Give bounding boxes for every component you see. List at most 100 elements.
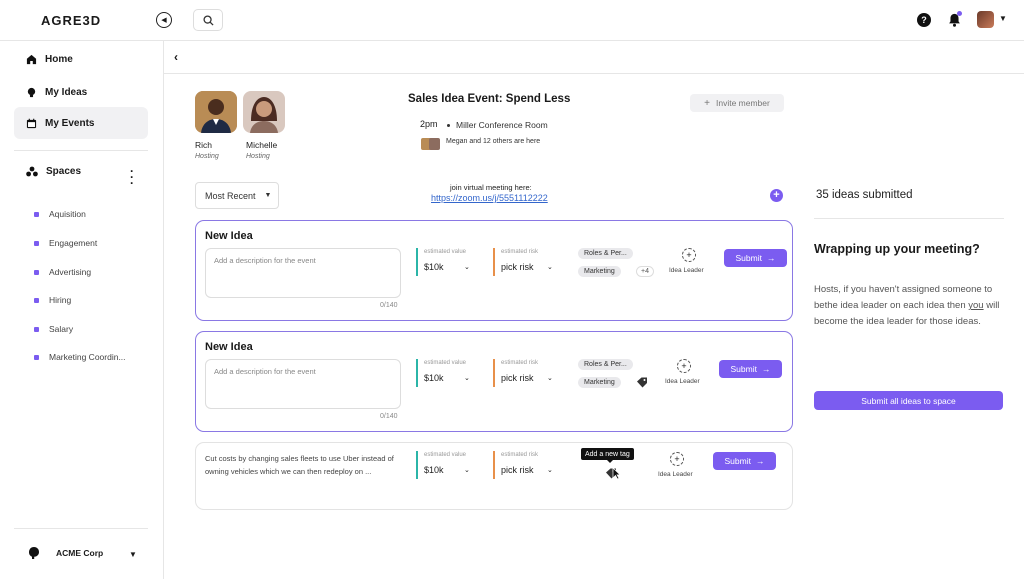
sidebar-item-my-events[interactable]: My Events — [14, 107, 148, 139]
host-avatar-rich[interactable] — [195, 91, 237, 133]
collapse-sidebar-button[interactable]: ◀ — [156, 12, 172, 28]
chevron-down-icon[interactable]: ▼ — [999, 14, 1007, 23]
chevron-down-icon: ⌄ — [464, 264, 470, 271]
sidebar-item-label: My Events — [45, 117, 95, 129]
calendar-icon — [26, 118, 37, 128]
tag-chip[interactable]: Roles & Per... — [578, 359, 633, 370]
tag-chip[interactable]: Roles & Per... — [578, 248, 633, 259]
space-dot-icon — [34, 269, 39, 275]
add-idea-button[interactable]: + — [770, 189, 783, 202]
tooltip: Add a new tag — [581, 448, 634, 463]
sidebar-item-home[interactable]: Home — [14, 43, 148, 75]
chevron-down-icon: ⌄ — [464, 467, 470, 474]
sidebar-space-item[interactable]: Marketing Coordin... — [34, 352, 126, 362]
char-count: 0/140 — [380, 302, 398, 309]
sidebar-space-item[interactable]: Engagement — [34, 238, 97, 248]
event-title: Sales Idea Event: Spend Less — [408, 93, 571, 105]
estimated-risk-select[interactable]: estimated risk pick risk ⌄ — [493, 359, 555, 387]
invite-member-button[interactable]: + Invite member — [690, 94, 784, 112]
spaces-header[interactable]: Spaces — [26, 166, 144, 177]
submit-label: Submit — [724, 456, 751, 466]
estimated-value-select[interactable]: estimated value $10k ⌄ — [416, 359, 478, 387]
arrow-right-icon: → — [766, 253, 776, 263]
add-leader-icon[interactable]: + — [670, 452, 684, 466]
add-tag-icon[interactable] — [636, 377, 648, 388]
host-name: Rich — [195, 140, 213, 150]
idea-leader-label: Idea Leader — [658, 471, 693, 478]
field-label: estimated risk — [501, 360, 539, 366]
tag-chip[interactable]: Marketing — [578, 266, 621, 277]
user-avatar[interactable] — [977, 11, 994, 28]
tag-chip[interactable]: Marketing — [578, 377, 621, 388]
submit-button[interactable]: Submit → — [719, 360, 782, 378]
description-placeholder: Add a description for the event — [214, 256, 316, 265]
space-label: Engagement — [49, 238, 98, 248]
chevron-down-icon[interactable]: ▼ — [129, 550, 137, 559]
card-title: New Idea — [205, 341, 253, 353]
sort-dropdown[interactable]: Most Recent ▼ — [195, 182, 279, 209]
description-input[interactable]: Add a description for the event — [205, 248, 401, 298]
sidebar: Home My Ideas My Events Spaces · · · Aquis… — [0, 41, 164, 579]
space-label: Salary — [49, 324, 74, 334]
add-leader-icon[interactable]: + — [682, 248, 696, 262]
sidebar-space-item[interactable]: Hiring — [34, 295, 71, 305]
sort-label: Most Recent — [205, 190, 256, 201]
separator-dot — [447, 124, 450, 127]
help-icon[interactable]: ? — [917, 13, 931, 27]
estimated-risk-select[interactable]: estimated risk pick risk ⌄ — [493, 451, 555, 479]
add-leader-icon[interactable]: + — [677, 359, 691, 373]
host-avatar-michelle[interactable] — [243, 91, 285, 133]
space-label: Aquisition — [49, 209, 86, 219]
sub-header: ‹ — [164, 41, 1024, 74]
chevron-down-icon: ⌄ — [464, 375, 470, 382]
description-input[interactable]: Add a description for the event — [205, 359, 401, 409]
more-tags-badge[interactable]: +4 — [636, 266, 654, 277]
search-button[interactable] — [193, 9, 223, 31]
estimated-risk-select[interactable]: estimated risk pick risk ⌄ — [493, 248, 555, 276]
risk-bar — [493, 359, 495, 387]
spaces-icon — [26, 166, 38, 177]
estimated-value-select[interactable]: estimated value $10k ⌄ — [416, 248, 478, 276]
submit-button[interactable]: Submit → — [724, 249, 787, 267]
sidebar-space-item[interactable]: Aquisition — [34, 209, 86, 219]
idea-card[interactable]: New Idea Add a description for the event… — [195, 220, 793, 321]
idea-description[interactable]: Cut costs by changing sales fleets to us… — [205, 452, 395, 478]
field-label: estimated risk — [501, 249, 539, 255]
org-logo-icon — [29, 547, 39, 559]
back-chevron-icon[interactable]: ‹ — [174, 50, 178, 64]
person-icon — [243, 91, 285, 133]
host-role: Hosting — [246, 153, 270, 160]
field-value: $10k — [424, 262, 444, 272]
plus-icon: + — [773, 189, 780, 201]
char-count: 0/140 — [380, 413, 398, 420]
estimated-value-select[interactable]: estimated value $10k ⌄ — [416, 451, 478, 479]
panel-body-emphasis: you — [968, 300, 984, 311]
sidebar-item-label: Home — [45, 53, 73, 65]
app-logo[interactable]: AGRE3D — [41, 13, 101, 28]
chevron-down-icon: ⌄ — [547, 375, 553, 382]
sidebar-item-label: My Ideas — [45, 86, 88, 98]
space-label: Marketing Coordin... — [49, 352, 126, 362]
invite-label: Invite member — [715, 98, 770, 108]
idea-card[interactable]: Cut costs by changing sales fleets to us… — [195, 442, 793, 510]
org-switcher[interactable]: ACME Corp — [28, 546, 140, 560]
sidebar-space-item[interactable]: Salary — [34, 324, 73, 334]
submit-label: Submit — [730, 364, 757, 374]
search-icon — [202, 14, 214, 26]
panel-body: Hosts, if you haven't assigned someone t… — [814, 282, 1008, 330]
value-bar — [416, 248, 418, 276]
sidebar-space-item[interactable]: Advertising — [34, 267, 91, 277]
space-dot-icon — [34, 297, 39, 303]
field-value: pick risk — [501, 373, 534, 383]
attendee-avatars[interactable] — [421, 138, 441, 150]
sidebar-item-my-ideas[interactable]: My Ideas — [14, 76, 148, 108]
submit-label: Submit — [735, 253, 762, 263]
event-room: Miller Conference Room — [456, 120, 548, 130]
submit-button[interactable]: Submit → — [713, 452, 776, 470]
submit-all-button[interactable]: Submit all ideas to space — [814, 391, 1003, 410]
zoom-link[interactable]: https://zoom.us/j/5551112222 — [431, 193, 548, 203]
more-vertical-icon[interactable]: · · · — [130, 165, 134, 189]
idea-card[interactable]: New Idea Add a description for the event… — [195, 331, 793, 432]
space-dot-icon — [34, 326, 39, 332]
attendees-icon — [421, 138, 440, 150]
